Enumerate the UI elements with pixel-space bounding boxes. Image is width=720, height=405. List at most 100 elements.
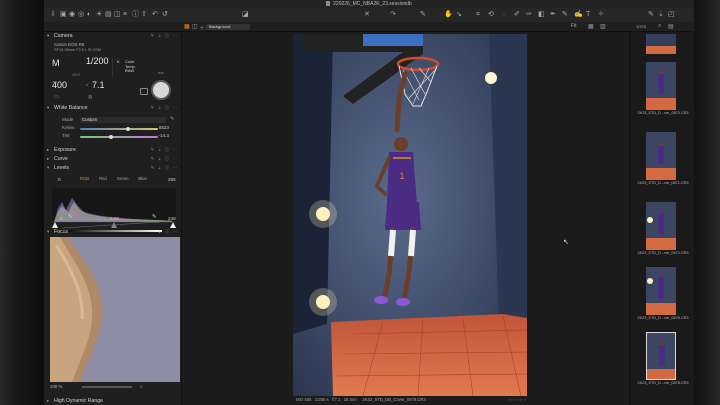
metadata-icon[interactable]: ⓘ (132, 11, 139, 19)
thumbnail-2[interactable] (646, 132, 676, 180)
tint-slider-knob[interactable] (109, 135, 114, 139)
levels-output-mid[interactable]: 0.00 (110, 216, 119, 221)
focus-zoom-slider[interactable] (82, 386, 132, 388)
mask-icon[interactable]: ✒ (550, 11, 556, 19)
heal-icon[interactable]: ◌ (502, 11, 506, 19)
section-tools-icon[interactable]: ✎ ⇣ ⓘ ⋯ (151, 164, 178, 172)
kelvin-slider[interactable] (80, 128, 158, 130)
details-icon[interactable]: ▤ (105, 11, 112, 19)
tint-slider[interactable] (80, 136, 158, 138)
curve-section-header[interactable]: ▸ Curve ✎ ⇣ ⓘ ⋯ (44, 155, 182, 163)
wb-picker-icon[interactable]: ✎ (562, 11, 568, 19)
black-picker-icon[interactable]: ✎ (68, 214, 73, 220)
caret-down-icon: ▾ (47, 105, 50, 110)
add-layer-icon[interactable]: ＋ (199, 23, 205, 32)
tint-value[interactable]: -14.3 (159, 133, 169, 138)
main-photo[interactable]: 1 (293, 34, 527, 396)
levels-output-high[interactable]: 248 (168, 216, 176, 221)
close-variant-icon[interactable]: ✕ (364, 11, 370, 19)
levels-tab-blue[interactable]: Blue (138, 176, 146, 181)
reset-icon[interactable]: ↺ (162, 11, 168, 19)
focus-magnifier-icon[interactable]: ⌕ (140, 384, 142, 389)
thumbnail-5-selected[interactable] (646, 332, 676, 380)
eraser-icon[interactable]: ✑ (526, 11, 532, 19)
color-icon[interactable]: ◐ (87, 11, 91, 19)
camera-icon[interactable] (140, 88, 148, 95)
kelvin-value[interactable]: 5523 (159, 125, 169, 130)
capture-icon[interactable]: ◉ (69, 11, 75, 19)
import-icon[interactable]: ⇩ (50, 11, 56, 19)
output-icon[interactable]: ⇧ (141, 11, 147, 19)
focus-zoom-value[interactable]: 100 % (50, 384, 62, 389)
wb-picker-icon[interactable]: ✎ (170, 116, 174, 122)
levels-output-low[interactable]: 2 (60, 216, 63, 221)
redo-icon[interactable]: ↷ (390, 11, 396, 19)
kelvin-slider-knob[interactable] (126, 127, 131, 131)
viewer-focal: 16 mm (343, 397, 357, 402)
browser-filter-icon[interactable]: ▤ (668, 23, 674, 30)
camera-section-header[interactable]: ▾ Camera ✎ ⇣ ⓘ ⋯ (44, 32, 182, 40)
layers-icon[interactable]: ◫ (192, 23, 198, 30)
rotate-icon[interactable]: ⟲ (488, 11, 494, 19)
section-tools-icon[interactable]: ✎ ⇣ ⓘ ⋯ (151, 32, 178, 40)
thumbnail-1[interactable] (646, 62, 676, 110)
lens-icon[interactable]: ◎ (78, 11, 84, 19)
thumbnail-4[interactable] (646, 267, 676, 315)
undo-icon[interactable]: ↶ (152, 11, 158, 19)
focus-section-header[interactable]: ▾ Focus ⇣ ⓘ ⋯ (44, 228, 182, 236)
apply-adjust-icon[interactable]: ⇣ (658, 11, 664, 19)
brush-icon[interactable]: ✐ (514, 11, 520, 19)
layer-select[interactable]: Background (206, 24, 250, 30)
monitor-frame-left (0, 0, 44, 405)
annotate-icon[interactable]: ✍ (574, 11, 583, 19)
thumbnail-3[interactable] (646, 202, 676, 250)
wb-mode-select[interactable]: Custom (80, 117, 166, 123)
exposure-icon[interactable]: ☀ (96, 11, 102, 19)
hand-icon[interactable]: ✋ (444, 11, 453, 19)
window-title: 220226_MC_NBA2K_23.sessiondb (333, 1, 412, 7)
exposure-section-header[interactable]: ▸ Exposure ✎ ⇣ ⓘ ⋯ (44, 146, 182, 154)
text-tool-icon[interactable]: T (586, 11, 590, 19)
levels-tab-rgb[interactable]: RGB (80, 176, 89, 181)
copy-adjust-icon[interactable]: ✎ (648, 11, 654, 19)
levels-tab-red[interactable]: Red (99, 176, 107, 181)
rating-stars[interactable]: ○ ○ ○ ○ ○ (509, 396, 526, 404)
gradient-icon[interactable]: ◧ (538, 11, 545, 19)
capture-button[interactable] (151, 80, 171, 100)
caret-right-icon: ▸ (47, 147, 50, 152)
levels-tab-green[interactable]: Green (117, 176, 129, 181)
levels-input-low[interactable]: 0 (58, 177, 61, 182)
crop-icon[interactable]: ⌗ (476, 11, 480, 19)
section-tools-icon[interactable]: ✎ ⇣ ⓘ ⋯ (151, 155, 178, 163)
zoom-tool-icon[interactable]: ↘ (456, 11, 462, 19)
local-adjust-icon[interactable]: ◫ (114, 11, 121, 19)
browser-search-icon[interactable]: ⌕ (658, 23, 661, 30)
proof-icon[interactable]: ◰ (668, 11, 675, 19)
library-icon[interactable]: ▣ (60, 11, 67, 19)
zoom-fit-label[interactable]: Fit (571, 23, 577, 29)
picker-icon[interactable]: ✎ (420, 11, 426, 19)
filmstrip-view-icon[interactable]: ▥ (600, 23, 606, 30)
white-balance-section-header[interactable]: ▾ White Balance ✎ ⇣ ⓘ ⋯ (44, 104, 182, 112)
levels-input-high[interactable]: 255 (168, 177, 176, 182)
adjustments-icon[interactable]: ≡ (123, 11, 127, 19)
thumbnail-0[interactable] (646, 34, 676, 54)
hdr-section-header[interactable]: ▸ High Dynamic Range (44, 397, 182, 405)
image-viewer[interactable]: 1 ISO 400 1/200 s f/7.1 16 mm 2K23_STD_D… (182, 32, 629, 405)
section-tools-icon[interactable]: ✎ ⇣ ⓘ ⋯ (151, 104, 178, 112)
white-picker-icon[interactable]: ✎ (152, 214, 157, 220)
shutter-speed: 1/200 (86, 56, 109, 66)
section-tools-icon[interactable]: ⇣ ⓘ ⋯ (158, 228, 178, 236)
thumbnail-image (646, 202, 676, 250)
open-icon[interactable]: ◪ (242, 11, 249, 19)
focus-footer: 100 % ⌕ (50, 384, 180, 394)
adjust-icon[interactable]: ✧ (598, 11, 604, 19)
camera-title: Camera (54, 33, 73, 39)
browser-count: 1/375 (636, 24, 647, 29)
grid-toggle-icon[interactable]: ▦ (184, 23, 190, 30)
focus-preview[interactable] (50, 237, 180, 382)
monitor-frame-right (694, 0, 720, 405)
grid-view-icon[interactable]: ▦ (588, 23, 594, 30)
section-tools-icon[interactable]: ✎ ⇣ ⓘ ⋯ (151, 146, 178, 154)
levels-section-header[interactable]: ▾ Levels ✎ ⇣ ⓘ ⋯ (44, 164, 182, 172)
